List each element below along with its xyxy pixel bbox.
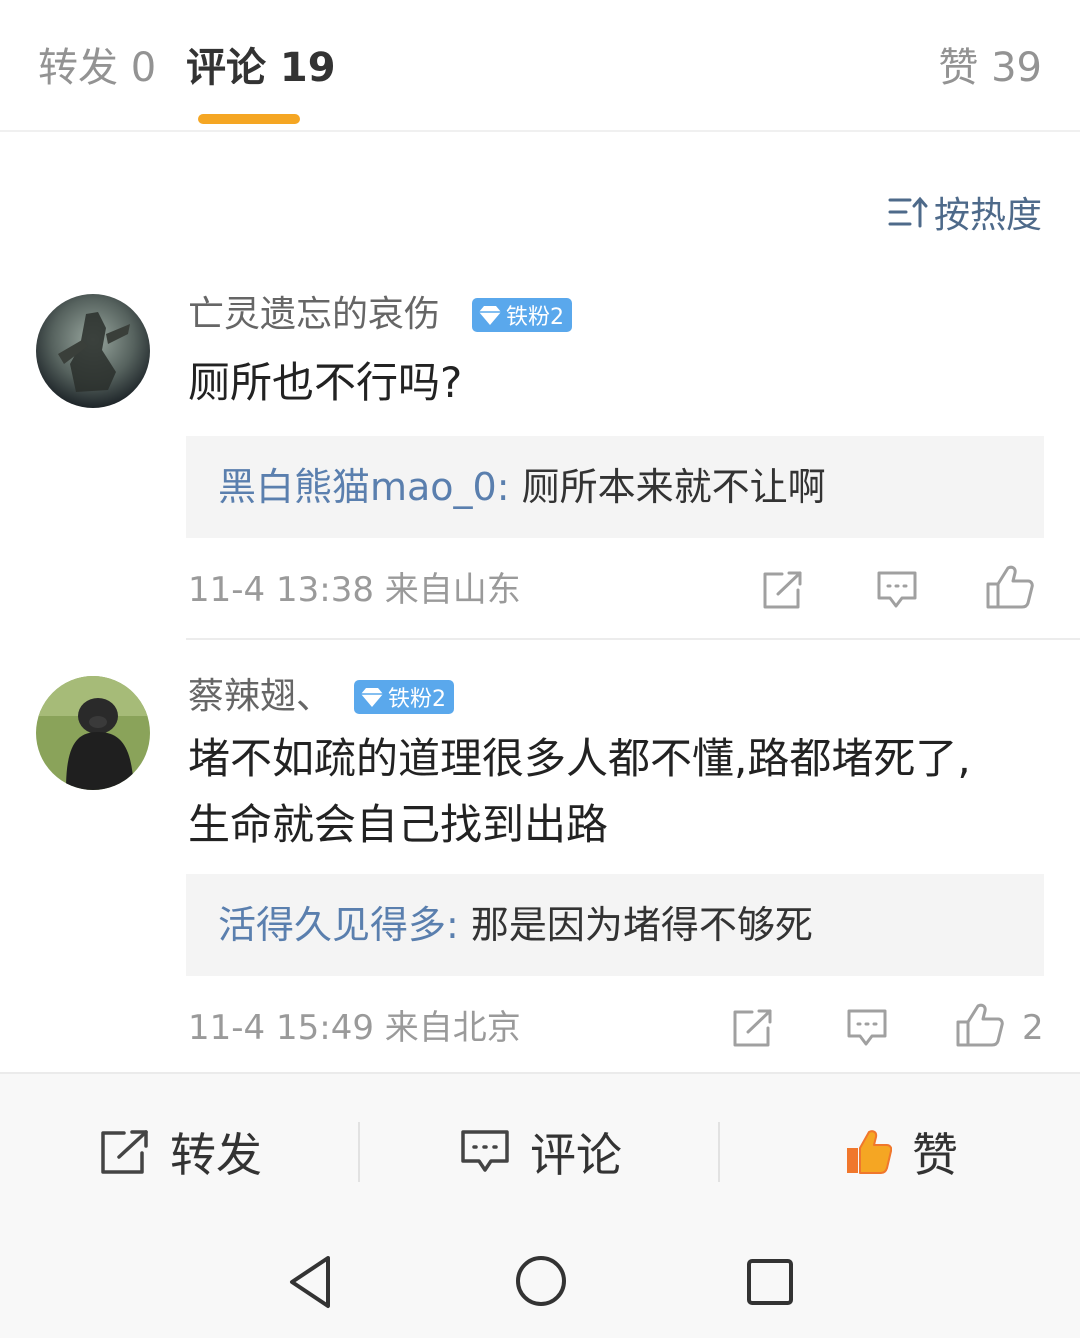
like-button[interactable] [986, 564, 1034, 614]
recents-button[interactable] [746, 1258, 794, 1310]
repost-button[interactable] [732, 1008, 774, 1052]
tab-comment[interactable]: 评论 19 [186, 40, 336, 96]
comment-text-line: 生命就会自己找到出路 [188, 800, 609, 849]
comment-icon [847, 1009, 887, 1046]
bottom-repost-label: 转发 [170, 1128, 262, 1182]
tab-bar: 转发 0 评论 19 赞 39 [0, 0, 1080, 132]
comment-icon [877, 571, 917, 608]
bottom-like-button[interactable]: 赞 [846, 1124, 958, 1182]
bottom-action-bar: 转发 评论 赞 [0, 1072, 1080, 1228]
avatar[interactable] [36, 676, 150, 790]
comment-text: 堵不如疏的道理很多人都不懂,路都堵死了, 生命就会自己找到出路 [188, 726, 1050, 858]
home-circle-icon [516, 1256, 566, 1306]
thumbs-up-filled-icon [847, 1130, 892, 1174]
comment-time: 11-4 13:38 [188, 570, 374, 610]
bottom-comment-button[interactable]: 评论 [460, 1124, 622, 1182]
fan-badge[interactable]: 铁粉2 [354, 680, 454, 714]
tab-likes[interactable]: 赞 39 [938, 40, 1042, 96]
reply-button[interactable] [846, 1008, 888, 1052]
reply-username[interactable]: 活得久见得多 [218, 903, 446, 947]
comment-text-line: 堵不如疏的道理很多人都不懂,路都堵死了, [188, 734, 971, 783]
comment-username[interactable]: 亡灵遗忘的哀伤 [188, 290, 440, 340]
tab-repost[interactable]: 转发 0 [38, 40, 156, 96]
reply-text: 那是因为堵得不够死 [470, 903, 813, 947]
bottom-like-label: 赞 [912, 1128, 958, 1182]
diamond-icon [479, 306, 501, 325]
comment-username[interactable]: 蔡辣翅、 [188, 672, 332, 722]
badge-label: 铁粉2 [506, 305, 564, 330]
bar-separator [358, 1122, 360, 1182]
comment-meta: 11-4 15:49 来自北京 [188, 1004, 521, 1052]
avatar[interactable] [36, 294, 150, 408]
bar-separator [718, 1122, 720, 1182]
comment-meta: 11-4 13:38 来自山东 [188, 566, 521, 614]
share-icon [733, 1009, 772, 1047]
recents-square-icon [747, 1259, 793, 1305]
reply-colon: : [446, 903, 459, 947]
share-icon [763, 571, 802, 609]
active-tab-indicator [198, 114, 300, 124]
badge-label: 铁粉2 [388, 687, 446, 712]
sort-icon [888, 196, 928, 228]
comment-icon [461, 1130, 509, 1172]
reply-username[interactable]: 黑白熊猫mao_0 [218, 465, 497, 509]
comment-divider [186, 638, 1080, 640]
repost-button[interactable] [762, 570, 804, 614]
back-button[interactable] [286, 1254, 334, 1314]
reply-preview[interactable]: 活得久见得多: 那是因为堵得不够死 [186, 874, 1044, 976]
home-button[interactable] [514, 1254, 568, 1312]
share-icon [101, 1130, 148, 1174]
sort-label: 按热度 [933, 195, 1042, 236]
system-nav-bar [0, 1228, 1080, 1338]
reply-colon: : [496, 465, 510, 509]
comment-location: 来自山东 [384, 570, 521, 610]
diamond-icon [361, 688, 383, 707]
back-triangle-icon [290, 1256, 330, 1308]
reply-preview[interactable]: 黑白熊猫mao_0: 厕所本来就不让啊 [186, 436, 1044, 538]
reply-button[interactable] [876, 570, 918, 614]
thumbs-up-icon [986, 565, 1034, 609]
like-button[interactable] [956, 1002, 1004, 1052]
like-count: 2 [1022, 1008, 1044, 1048]
bottom-comment-label: 评论 [530, 1128, 622, 1182]
comment-location: 来自北京 [384, 1008, 521, 1048]
sort-button[interactable]: 按热度 [888, 188, 1042, 236]
comment-text: 厕所也不行吗? [188, 358, 463, 407]
bottom-repost-button[interactable]: 转发 [100, 1124, 262, 1182]
fan-badge[interactable]: 铁粉2 [472, 298, 572, 332]
thumbs-up-icon [956, 1003, 1004, 1047]
reply-text: 厕所本来就不让啊 [521, 465, 826, 509]
comment-time: 11-4 15:49 [188, 1008, 374, 1048]
